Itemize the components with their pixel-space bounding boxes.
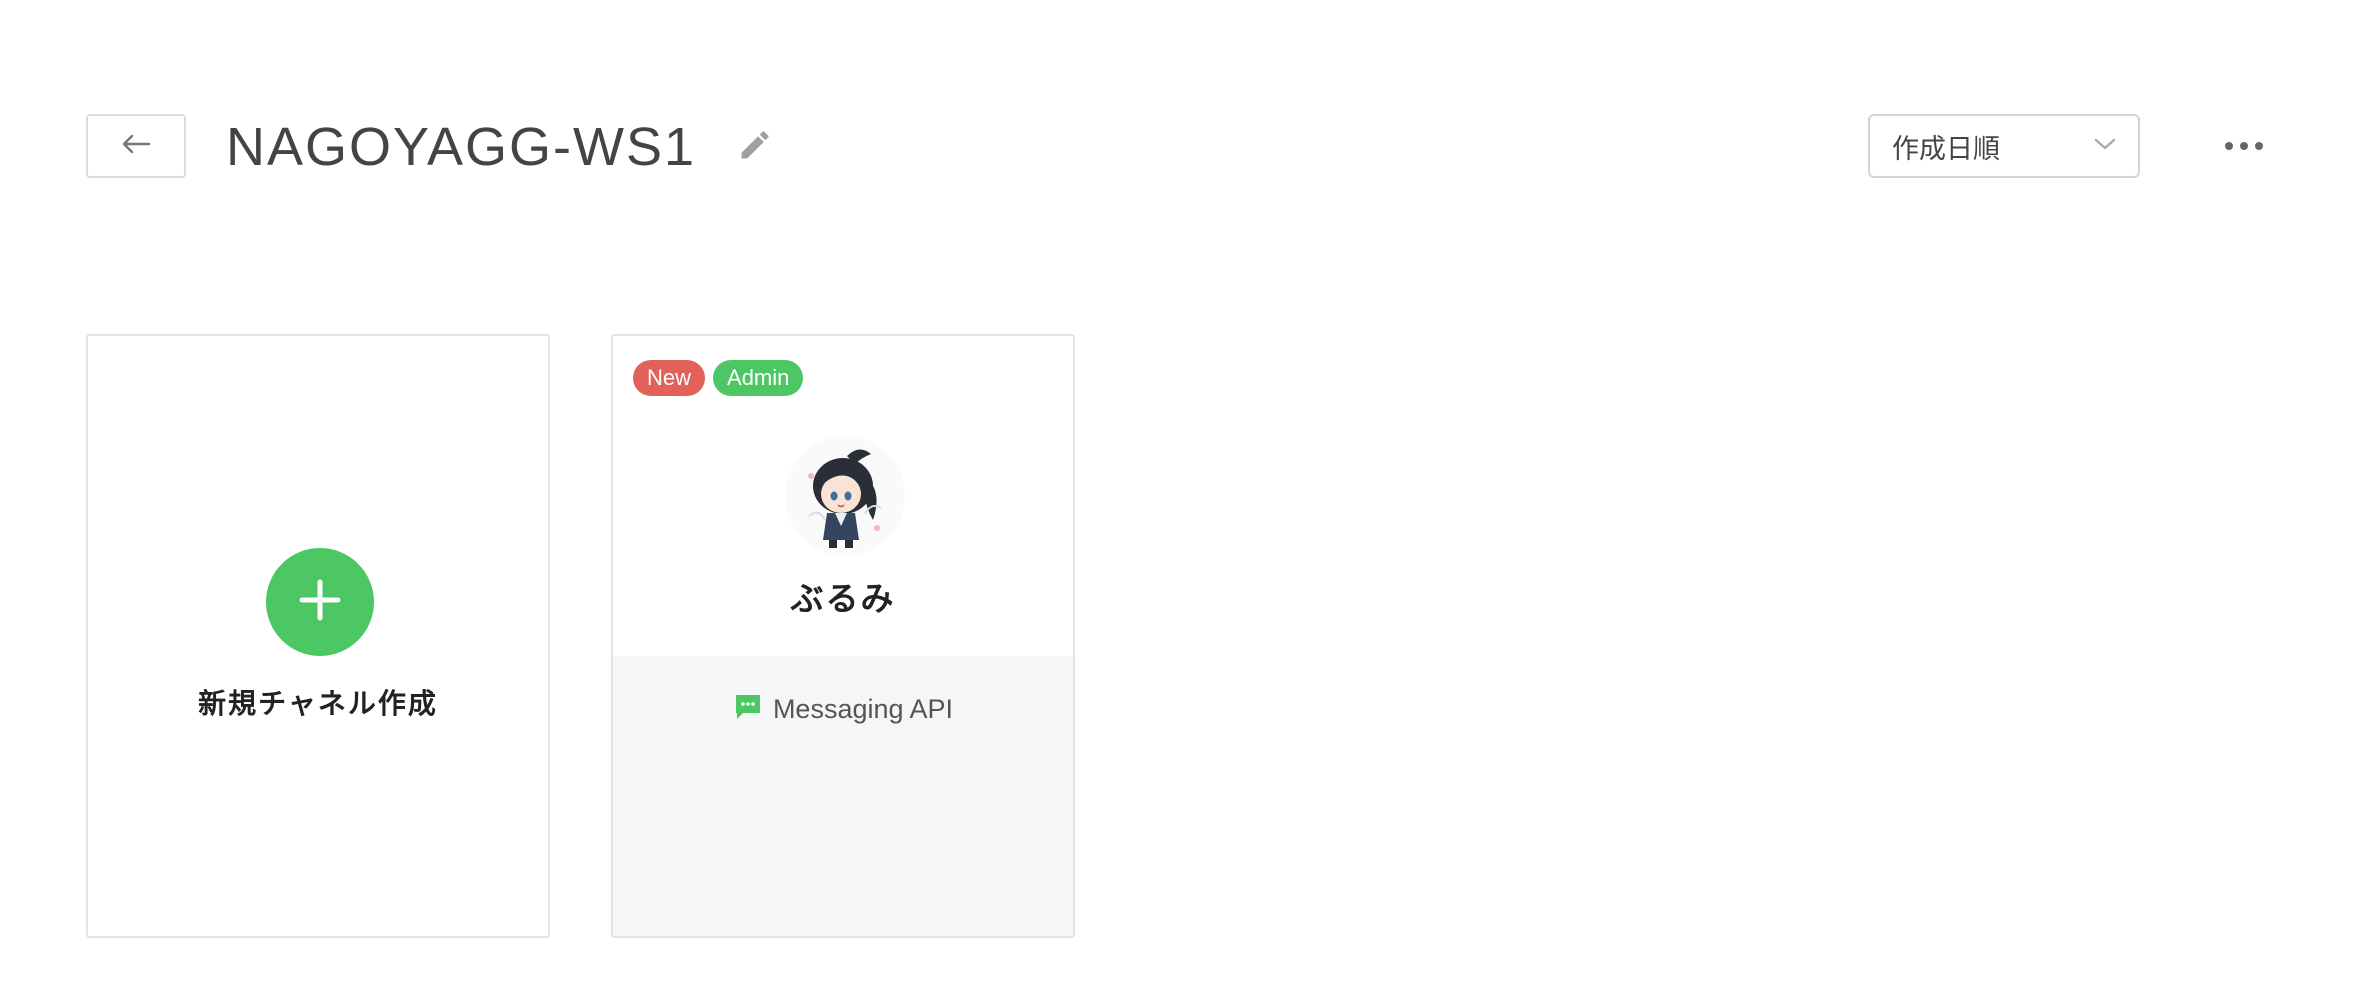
plus-icon [298, 578, 342, 627]
add-channel-button[interactable] [266, 548, 374, 656]
badge-group: New Admin [633, 360, 804, 396]
page-header: NAGOYAGG-WS1 作成日順 [0, 0, 2368, 300]
channel-card[interactable]: New Admin ぶるみ Messaging API [611, 334, 1075, 938]
admin-badge: Admin [713, 360, 804, 396]
pencil-icon [737, 127, 773, 168]
sort-select[interactable]: 作成日順 [1868, 114, 2140, 178]
more-options-button[interactable] [2212, 122, 2276, 170]
back-button[interactable] [86, 114, 186, 178]
arrow-left-icon [121, 133, 151, 160]
channel-type-label: Messaging API [772, 694, 954, 724]
chevron-down-icon [2094, 137, 2116, 156]
channel-type: Messaging API [613, 692, 1073, 727]
new-channel-card[interactable]: 新規チャネル作成 [86, 334, 550, 938]
ellipsis-icon [2225, 142, 2263, 150]
channel-card-footer: Messaging API [613, 656, 1073, 936]
channel-name: ぶるみ [790, 580, 896, 617]
channel-avatar [785, 436, 905, 556]
new-badge: New [633, 360, 706, 396]
new-channel-label: 新規チャネル作成 [198, 688, 438, 719]
chat-bubble-icon [733, 692, 763, 727]
page-title: NAGOYAGG-WS1 [226, 117, 697, 177]
sort-selected-value: 作成日順 [1892, 133, 2000, 164]
edit-title-button[interactable] [732, 124, 778, 170]
